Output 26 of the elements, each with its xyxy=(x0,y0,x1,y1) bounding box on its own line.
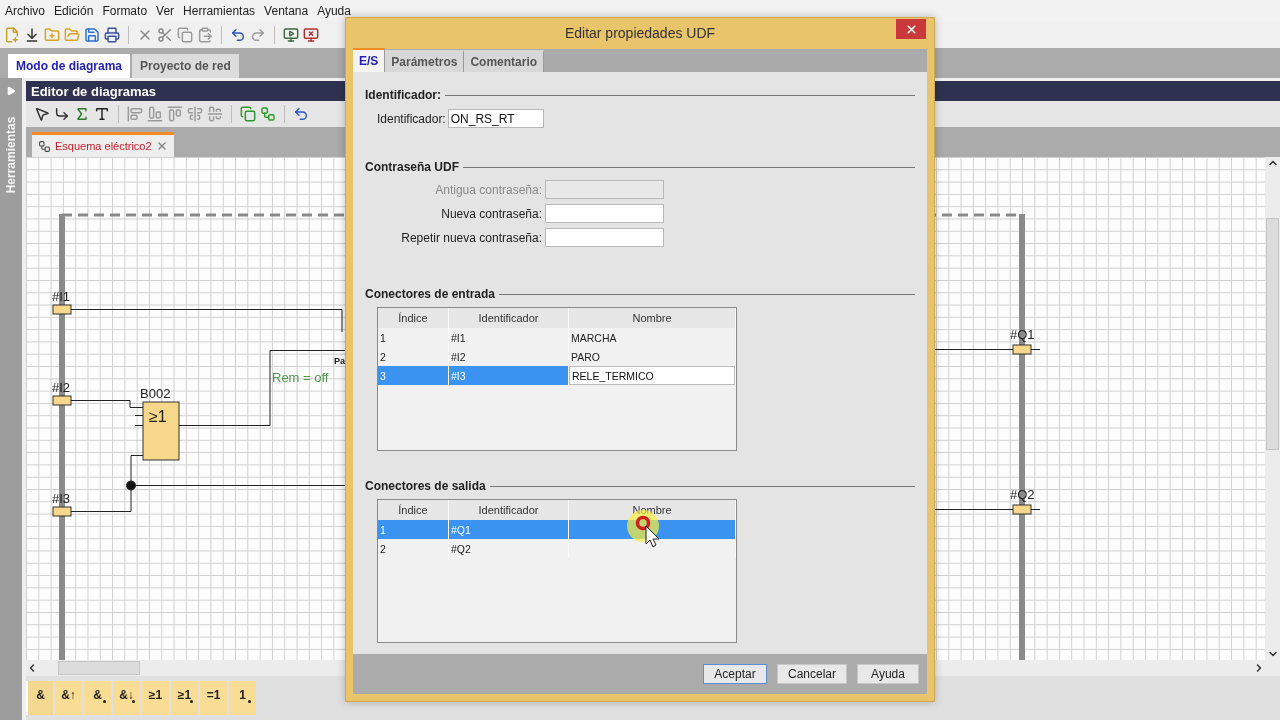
table-cell: #Q2 xyxy=(449,539,569,558)
pin-label: Pa xyxy=(334,356,345,366)
connector-label: #I2 xyxy=(52,380,71,395)
connector-label: #I3 xyxy=(52,491,71,506)
block-label: B002 xyxy=(140,386,171,401)
table-cell: #Q1 xyxy=(449,520,569,539)
field-label: Repetir nueva contraseña: xyxy=(400,230,542,245)
dialog-title: Editar propiedades UDF xyxy=(564,24,716,41)
field-label: Nueva contraseña: xyxy=(440,206,542,221)
block-symbol: ≥1 xyxy=(149,408,167,425)
section-heading: Identificador: xyxy=(365,88,441,102)
connector-label: #Q1 xyxy=(1010,327,1035,342)
table-cell: 3 xyxy=(378,366,449,385)
connector-label: #I1 xyxy=(52,289,71,304)
table-cell: 2 xyxy=(378,539,449,558)
field-label: Identificador: xyxy=(377,111,446,126)
table-cell: 1 xyxy=(378,520,449,539)
parameter-label: Rem = off xyxy=(272,370,329,385)
side-panel-label: Herramientas xyxy=(4,115,18,196)
connector-label: #Q2 xyxy=(1010,487,1035,502)
section-heading: Conectores de salida xyxy=(365,479,486,493)
section-heading: Conectores de entrada xyxy=(365,287,496,301)
field-label: Antigua contraseña: xyxy=(434,182,542,197)
document-tab-label: Esquema eléctrico2 xyxy=(55,140,152,152)
section-heading: Contraseña UDF xyxy=(365,160,459,174)
table-cell: #I3 xyxy=(449,366,569,385)
